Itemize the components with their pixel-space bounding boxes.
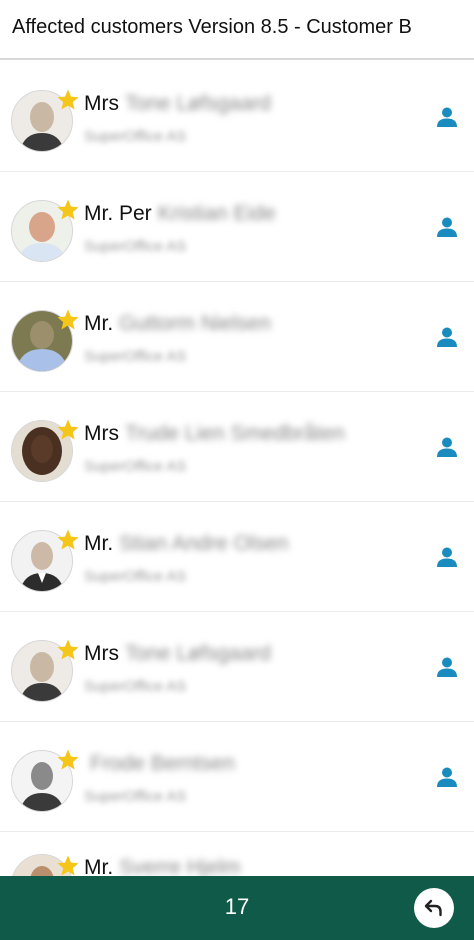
contact-name: Mr. Per Kristian Eide	[84, 202, 276, 225]
result-count: 17	[224, 894, 250, 919]
list-item[interactable]: Mrs Trude Lien Smedbråten SuperOffice AS	[0, 392, 474, 502]
undo-arrow-icon	[424, 899, 442, 917]
page-title: Affected customers Version 8.5 - Custome…	[12, 16, 412, 38]
list-item[interactable]: Mrs Tone Løfsgaard SuperOffice AS	[0, 62, 474, 172]
star-icon[interactable]	[56, 638, 80, 662]
contact-name: Frode Berntsen	[90, 752, 235, 775]
person-icon[interactable]	[436, 546, 458, 568]
list-item[interactable]: Mr. Stian Andre Olsen SuperOffice AS	[0, 502, 474, 612]
contact-name: Mrs Tone Løfsgaard	[84, 92, 271, 115]
back-button[interactable]	[414, 888, 454, 928]
list-item[interactable]: Mrs Tone Løfsgaard SuperOffice AS	[0, 612, 474, 722]
list-item[interactable]: Mr. Per Kristian Eide SuperOffice AS	[0, 172, 474, 282]
person-icon[interactable]	[436, 326, 458, 348]
contact-company: SuperOffice AS	[84, 568, 187, 585]
contact-company: SuperOffice AS	[84, 238, 187, 255]
contact-company: SuperOffice AS	[84, 788, 187, 805]
list-item[interactable]: Mr. Guttorm Nielsen SuperOffice AS	[0, 282, 474, 392]
contact-company: SuperOffice AS	[84, 128, 187, 145]
list-item[interactable]: Frode Berntsen SuperOffice AS	[0, 722, 474, 832]
contact-list[interactable]: Mrs Tone Løfsgaard SuperOffice AS Mr. Per…	[0, 62, 474, 876]
contact-name: Mrs Tone Løfsgaard	[84, 642, 271, 665]
contact-company: SuperOffice AS	[84, 458, 187, 475]
header-bar: Affected customers Version 8.5 - Custome…	[0, 0, 474, 60]
contact-company: SuperOffice AS	[84, 348, 187, 365]
star-icon[interactable]	[56, 88, 80, 112]
star-icon[interactable]	[56, 308, 80, 332]
person-icon[interactable]	[436, 766, 458, 788]
person-icon[interactable]	[436, 436, 458, 458]
star-icon[interactable]	[56, 528, 80, 552]
person-icon[interactable]	[436, 106, 458, 128]
star-icon[interactable]	[56, 748, 80, 772]
star-icon[interactable]	[56, 198, 80, 222]
contact-name: Mrs Trude Lien Smedbråten	[84, 422, 345, 445]
contact-name: Mr. Stian Andre Olsen	[84, 532, 289, 555]
list-item[interactable]: Mr. Sverre Hjelm	[0, 832, 474, 876]
star-icon[interactable]	[56, 854, 80, 876]
contact-name: Mr. Sverre Hjelm	[84, 856, 241, 876]
person-icon[interactable]	[436, 216, 458, 238]
contact-name: Mr. Guttorm Nielsen	[84, 312, 271, 335]
star-icon[interactable]	[56, 418, 80, 442]
person-icon[interactable]	[436, 656, 458, 678]
contact-company: SuperOffice AS	[84, 678, 187, 695]
footer-bar: 17	[0, 876, 474, 940]
